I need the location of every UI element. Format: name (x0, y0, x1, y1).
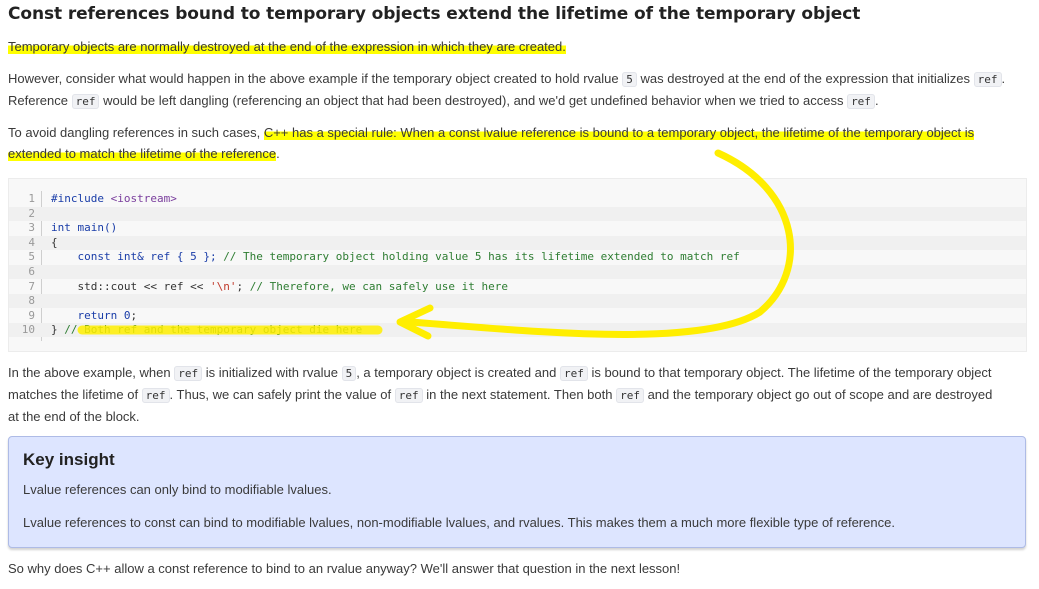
text-run: . Thus, we can safely print the value of (169, 387, 395, 402)
text-run: and the temporary object go out of scope… (643, 387, 993, 402)
line-number: 5 (28, 250, 35, 264)
inline-code: ref (174, 366, 203, 381)
inline-code: ref (847, 94, 875, 109)
code-text: } // Both ref and the temporary object d… (51, 323, 363, 337)
text-run: . (276, 146, 280, 161)
code-text: const int& ref { 5 }; // The temporary o… (51, 250, 740, 264)
code-block: 1 #include <iostream> 2 3 int main() 4{5 cons… (8, 178, 1027, 352)
code-line: 9 return 0; (9, 309, 1026, 323)
code-text: { (51, 235, 58, 249)
paragraph-explanation: In the above example, when ref is initia… (8, 362, 1020, 427)
paragraph-special-rule: To avoid dangling references in such cas… (8, 122, 1020, 164)
text-run: is initialized with rvalue (202, 365, 342, 380)
line-number: 1 (28, 192, 35, 205)
code-text: int main() (51, 221, 118, 235)
key-insight-line-1: Lvalue references can only bind to modif… (23, 482, 332, 497)
code-text: #include <iostream> (51, 192, 177, 205)
line-number: 6 (28, 265, 35, 278)
code-line: 8 (9, 294, 1026, 309)
inline-code: 5 (341, 366, 357, 381)
inline-code: ref (616, 388, 644, 403)
key-insight-title: Key insight (23, 450, 115, 469)
text-run: is bound to that temporary object. The l… (587, 365, 992, 380)
inline-code: ref (559, 366, 588, 381)
code-line: 6 (9, 265, 1026, 279)
inline-code: ref (973, 72, 1002, 87)
inline-code: 5 (622, 72, 637, 87)
line-number: 7 (28, 279, 35, 293)
text-run: was destroyed at the end of the expressi… (636, 71, 974, 86)
code-text: return 0; (51, 308, 138, 322)
highlighted-text: Temporary objects are normally destroyed… (8, 39, 566, 54)
line-number: 9 (28, 308, 35, 322)
key-insight-line-2: Lvalue references to const can bind to m… (23, 515, 895, 530)
text-run: To avoid dangling references in such cas… (8, 125, 264, 140)
line-number: 3 (28, 221, 35, 235)
code-line: 3 int main() (9, 221, 1026, 235)
paragraph-temporary-destroyed: Temporary objects are normally destroyed… (8, 36, 1020, 57)
text-run: In the above example, when (8, 365, 175, 380)
text-run: would be left dangling (referencing an o… (99, 93, 848, 108)
line-number: 4 (28, 235, 35, 249)
section-heading: Const references bound to temporary obje… (8, 4, 861, 24)
line-number: 2 (28, 206, 35, 220)
code-line: 7 std::cout << ref << '\n'; // Therefore… (9, 280, 1026, 294)
code-line: 10 } // Both ref and the temporary object… (9, 323, 1026, 338)
text-run: However, consider what would happen in t… (8, 71, 623, 86)
paragraph-dangling-example: However, consider what would happen in t… (8, 68, 1020, 112)
text-run: matches the lifetime of (8, 387, 142, 402)
inline-code: ref (71, 94, 100, 109)
line-number: 8 (28, 294, 35, 308)
text-run: in the next statement. Then both (422, 387, 617, 402)
highlighted-text: extended to match the lifetime of the re… (8, 146, 277, 161)
code-line: 4{ (9, 235, 1026, 250)
text-run: at the end of the block. (8, 409, 140, 424)
line-number: 10 (21, 323, 35, 337)
text-run: , a temporary object is created and (356, 365, 560, 380)
paragraph-closing: So why does C++ allow a const reference … (8, 561, 681, 576)
code-text: std::cout << ref << '\n'; // Therefore, … (51, 279, 508, 293)
text-run: . (874, 93, 879, 108)
highlighted-text: C++ has a special rule: When a const lva… (263, 125, 975, 140)
key-insight-box: Key insight Lvalue references can only b… (8, 436, 1026, 548)
code-line: 5 const int& ref { 5 }; // The temporary… (9, 250, 1026, 264)
inline-code: ref (394, 388, 423, 403)
code-line: 1 #include <iostream> (9, 192, 1026, 206)
inline-code: ref (141, 388, 170, 403)
code-line: 2 (9, 206, 1026, 221)
